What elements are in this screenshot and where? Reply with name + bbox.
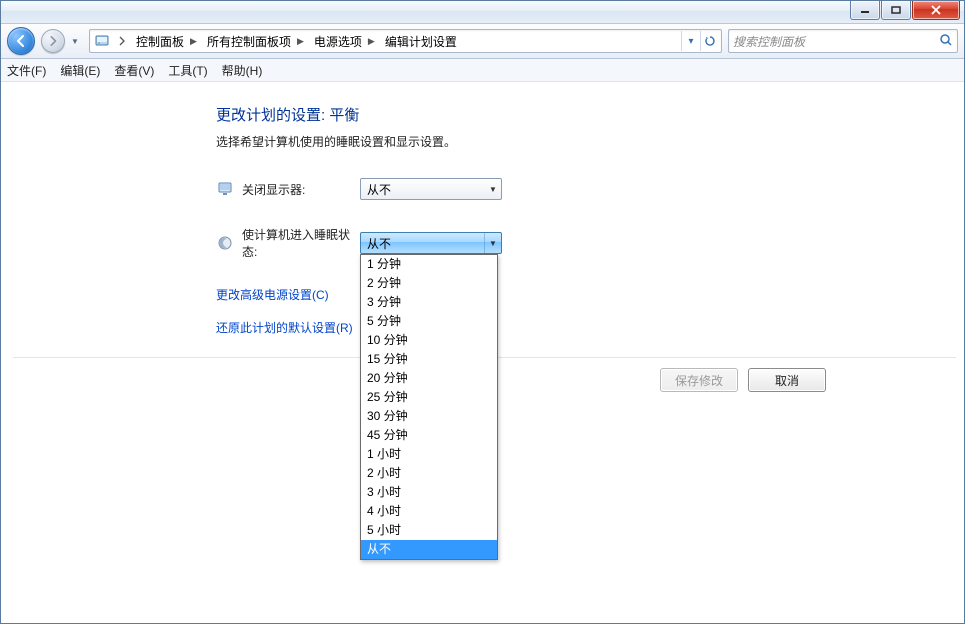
breadcrumb-label: 控制面板 [136,33,184,50]
breadcrumb-label: 编辑计划设置 [385,33,457,50]
close-button[interactable] [912,1,960,20]
dropdown-option[interactable]: 15 分钟 [361,350,497,369]
control-panel-icon [94,33,110,49]
navigation-bar: ▼ 控制面板 ▶ 所有控制面板项 ▶ 电源选项 [1,24,964,59]
sleep-label: 使计算机进入睡眠状态: [242,226,360,260]
dropdown-option[interactable]: 25 分钟 [361,388,497,407]
breadcrumb-item-power-options[interactable]: 电源选项 ▶ [310,30,381,52]
nav-history-dropdown[interactable]: ▼ [71,37,83,46]
chevron-down-icon: ▼ [485,179,501,199]
page-description: 选择希望计算机使用的睡眠设置和显示设置。 [216,133,776,150]
menu-edit[interactable]: 编辑(E) [60,62,100,79]
moon-icon [216,234,234,252]
refresh-button[interactable] [700,31,719,51]
window-frame: ▼ 控制面板 ▶ 所有控制面板项 ▶ 电源选项 [0,0,965,624]
dropdown-option[interactable]: 4 小时 [361,502,497,521]
monitor-icon [216,180,234,198]
turn-off-display-label: 关闭显示器: [242,181,360,198]
combo-value: 从不 [367,235,391,252]
dropdown-option[interactable]: 2 分钟 [361,274,497,293]
dropdown-option[interactable]: 45 分钟 [361,426,497,445]
page-title: 更改计划的设置: 平衡 [216,104,776,125]
button-label: 保存修改 [675,372,723,389]
setting-row-turn-off-display: 关闭显示器: 从不 ▼ [216,178,776,200]
chevron-right-icon: ▶ [368,36,375,47]
save-button[interactable]: 保存修改 [660,368,738,392]
chevron-down-icon: ▼ [484,233,501,253]
breadcrumb-item-control-panel[interactable]: 控制面板 ▶ [132,30,203,52]
menu-bar: 文件(F) 编辑(E) 查看(V) 工具(T) 帮助(H) [1,59,964,82]
chevron-right-icon: ▶ [297,36,304,47]
nav-back-button[interactable] [7,27,35,55]
dropdown-option[interactable]: 5 分钟 [361,312,497,331]
cancel-button[interactable]: 取消 [748,368,826,392]
menu-tools[interactable]: 工具(T) [168,62,207,79]
address-bar[interactable]: 控制面板 ▶ 所有控制面板项 ▶ 电源选项 ▶ 编辑计划设置 ▾ [89,29,722,53]
dropdown-option[interactable]: 10 分钟 [361,331,497,350]
nav-forward-button[interactable] [41,29,65,53]
dropdown-option[interactable]: 30 分钟 [361,407,497,426]
dropdown-option[interactable]: 20 分钟 [361,369,497,388]
turn-off-display-combo[interactable]: 从不 ▼ [360,178,502,200]
search-input[interactable]: 搜索控制面板 [728,29,958,53]
menu-file[interactable]: 文件(F) [7,62,46,79]
dropdown-option[interactable]: 1 分钟 [361,255,497,274]
dropdown-option[interactable]: 3 小时 [361,483,497,502]
search-placeholder: 搜索控制面板 [733,33,805,50]
breadcrumb-label: 电源选项 [314,33,362,50]
combo-value: 从不 [367,181,391,198]
dropdown-option[interactable]: 从不 [361,540,497,559]
menu-view[interactable]: 查看(V) [114,62,154,79]
maximize-button[interactable] [881,1,911,20]
minimize-button[interactable] [850,1,880,20]
chevron-right-icon: ▶ [190,36,197,47]
address-dropdown-button[interactable]: ▾ [681,31,700,51]
search-icon [939,33,953,50]
breadcrumb-label: 所有控制面板项 [207,33,291,50]
breadcrumb-root-chevron[interactable] [116,33,128,49]
breadcrumb-item-all-items[interactable]: 所有控制面板项 ▶ [203,30,310,52]
dropdown-option[interactable]: 3 分钟 [361,293,497,312]
dropdown-option[interactable]: 2 小时 [361,464,497,483]
menu-help[interactable]: 帮助(H) [222,62,263,79]
dropdown-option[interactable]: 1 小时 [361,445,497,464]
sleep-combo[interactable]: 从不 ▼ [360,232,502,254]
titlebar [1,1,964,24]
breadcrumb-item-edit-plan[interactable]: 编辑计划设置 [381,30,463,52]
sleep-dropdown-list[interactable]: 1 分钟2 分钟3 分钟5 分钟10 分钟15 分钟20 分钟25 分钟30 分… [360,254,498,560]
dropdown-option[interactable]: 5 小时 [361,521,497,540]
button-label: 取消 [775,372,799,389]
